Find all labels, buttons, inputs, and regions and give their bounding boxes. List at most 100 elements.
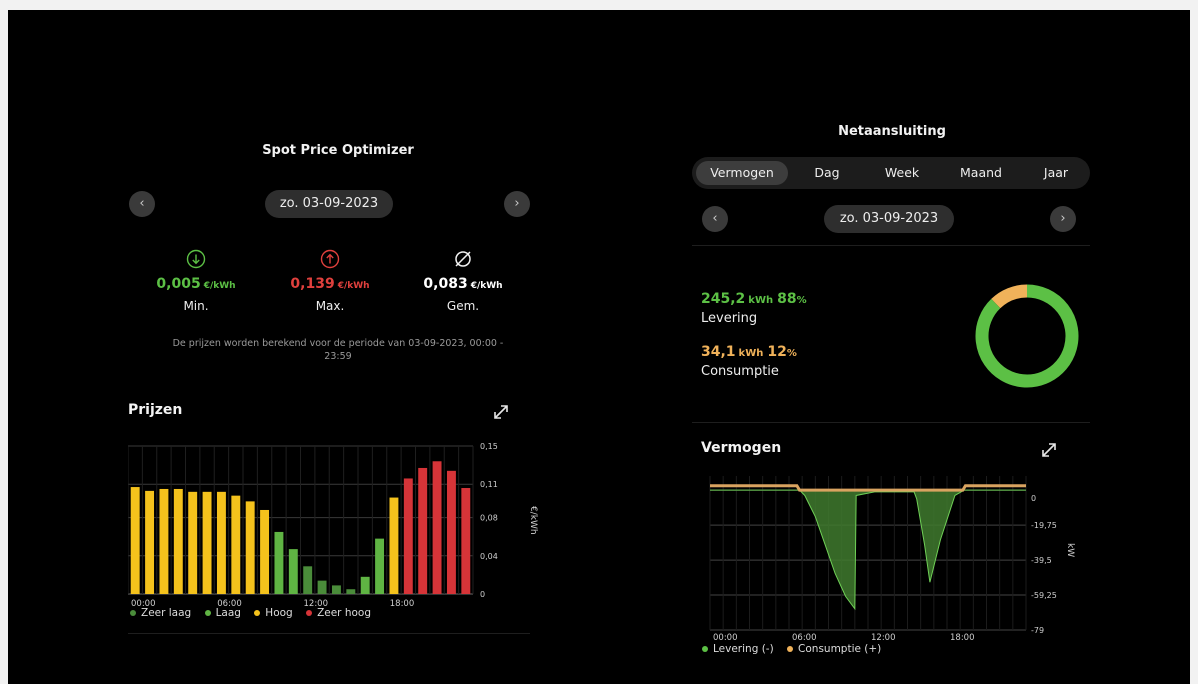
date-selector[interactable]: zo. 03-09-2023 (265, 190, 393, 218)
left-bottom-divider (128, 633, 530, 634)
price-bar (403, 478, 413, 594)
price-bar (389, 497, 399, 594)
power-y-tick-label: -79 (1031, 626, 1044, 635)
legend-label: Laag (215, 607, 241, 619)
chevron-left-icon: ‹ (139, 196, 145, 211)
min-price-value: 0,005 (156, 276, 201, 292)
period-note: De prijzen worden berekend voor de perio… (128, 337, 548, 363)
price-bar (446, 470, 456, 594)
legend-label: Consumptie (+) (798, 643, 882, 655)
legend-label: Zeer hoog (317, 607, 371, 619)
max-price-label: Max. (315, 299, 345, 313)
levering-pct-unit: % (796, 295, 807, 306)
tab-vermogen[interactable]: Vermogen (696, 161, 788, 185)
next-day-button[interactable]: › (504, 191, 530, 217)
levering-value: 245,2 (701, 291, 746, 307)
date-selector-right[interactable]: zo. 03-09-2023 (824, 205, 954, 233)
period-tabs: Vermogen Dag Week Maand Jaar (692, 157, 1090, 189)
price-y-axis-label: €/kWh (528, 506, 538, 535)
min-price-unit: €/kWh (203, 281, 236, 291)
price-bar (346, 589, 356, 594)
max-price-unit: €/kWh (337, 281, 370, 291)
consumptie-summary: 34,1 kWh 12% Consumptie (701, 344, 797, 379)
power-x-tick-label: 00:00 (713, 633, 738, 640)
avg-price-label: Gem. (446, 299, 480, 313)
consumptie-pct-unit: % (786, 348, 797, 359)
vermogen-title: Vermogen (701, 440, 782, 456)
legend-item-very-high: Zeer hoog (306, 607, 371, 619)
tab-maand[interactable]: Maand (946, 161, 1016, 185)
price-bar (145, 490, 155, 594)
power-x-tick-label: 18:00 (950, 633, 975, 640)
expand-icon[interactable] (490, 401, 512, 423)
price-bar (216, 491, 226, 594)
prev-day-button-right[interactable]: ‹ (702, 206, 728, 232)
power-y-tick-label: -19,75 (1031, 521, 1057, 530)
price-bar (375, 538, 385, 594)
price-bar (418, 467, 428, 594)
price-bar (173, 488, 183, 594)
price-bar (317, 580, 327, 594)
price-bar (360, 576, 370, 594)
energy-donut-chart (975, 284, 1079, 388)
price-bar (245, 501, 255, 594)
app-screen: Spot Price Optimizer ‹ zo. 03-09-2023 › … (8, 10, 1190, 684)
avg-price-stat: 0,083 €/kWh Gem. (403, 248, 523, 313)
power-y-axis-label: kW (1065, 543, 1075, 557)
chevron-left-icon: ‹ (712, 211, 718, 226)
spot-price-title: Spot Price Optimizer (262, 143, 414, 158)
legend-item-levering: Levering (-) (702, 643, 774, 655)
tab-jaar[interactable]: Jaar (1028, 161, 1084, 185)
price-bar (188, 491, 198, 594)
chevron-right-icon: › (1060, 211, 1066, 226)
price-y-tick-label: 0,04 (480, 552, 498, 561)
price-bar (130, 487, 140, 594)
levering-pct: 88 (777, 291, 797, 307)
legend-item-very-low: Zeer laag (130, 607, 191, 619)
price-x-tick-label: 18:00 (390, 599, 415, 608)
tab-week[interactable]: Week (870, 161, 934, 185)
tab-dag[interactable]: Dag (798, 161, 856, 185)
avg-price-unit: €/kWh (470, 281, 503, 291)
consumptie-label: Consumptie (701, 364, 779, 379)
consumptie-unit: kWh (738, 348, 764, 359)
prev-day-button[interactable]: ‹ (129, 191, 155, 217)
price-bar (260, 509, 270, 594)
power-legend: Levering (-) Consumptie (+) (702, 643, 891, 655)
price-y-tick-label: 0,15 (480, 442, 498, 451)
power-area-chart: 0 -19,75 -39,5 -59,25 -79 00:00 06:00 12:00 18:0… (709, 476, 1075, 640)
power-x-tick-label: 06:00 (792, 633, 817, 640)
power-x-tick-label: 12:00 (871, 633, 896, 640)
legend-item-low: Laag (204, 607, 241, 619)
price-bar (461, 488, 471, 594)
max-price-stat: 0,139 €/kWh Max. (270, 248, 390, 313)
price-y-tick-label: 0,08 (480, 514, 498, 523)
price-bar (288, 549, 298, 594)
right-top-divider (692, 245, 1090, 246)
period-note-line1: De prijzen worden berekend voor de perio… (172, 338, 504, 349)
price-bar (432, 461, 442, 594)
legend-label: Levering (-) (713, 643, 774, 655)
price-bar (202, 491, 212, 594)
chevron-right-icon: › (514, 196, 520, 211)
max-price-value: 0,139 (290, 276, 335, 292)
next-day-button-right[interactable]: › (1050, 206, 1076, 232)
consumptie-pct: 12 (767, 344, 787, 360)
donut-slice-consumptie (991, 284, 1028, 309)
expand-icon[interactable] (1038, 439, 1060, 461)
min-price-stat: 0,005 €/kWh Min. (136, 248, 256, 313)
prices-legend: Zeer laag Laag Hoog Zeer hoog (130, 607, 381, 619)
prices-title: Prijzen (128, 402, 183, 418)
price-bar (274, 531, 284, 594)
levering-unit: kWh (748, 295, 774, 306)
price-bar (231, 495, 241, 594)
levering-summary: 245,2 kWh 88% Levering (701, 291, 807, 326)
period-note-line2: 23:59 (324, 351, 352, 362)
consumptie-value: 34,1 (701, 344, 736, 360)
legend-label: Hoog (265, 607, 293, 619)
legend-item-consumptie: Consumptie (+) (787, 643, 881, 655)
power-y-tick-label: -59,25 (1031, 591, 1057, 600)
right-mid-divider (692, 422, 1090, 423)
price-bar (331, 585, 341, 594)
average-icon (455, 251, 471, 267)
